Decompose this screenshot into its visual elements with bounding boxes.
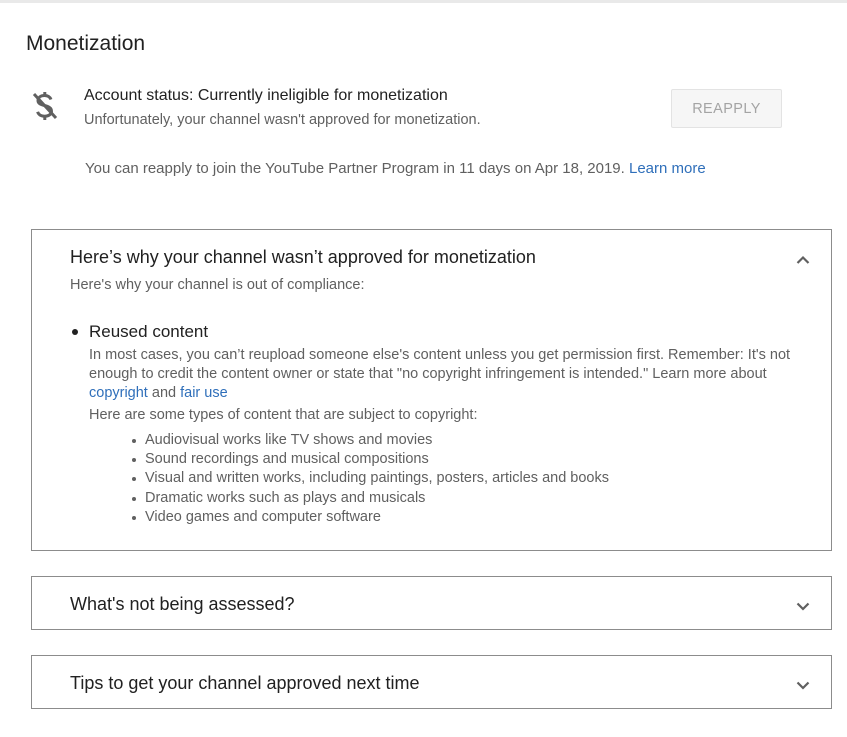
reason-title: Reused content — [89, 322, 209, 341]
compliance-intro: Here's why your channel is out of compli… — [70, 277, 365, 293]
copyright-link[interactable]: copyright — [89, 385, 148, 401]
top-border — [0, 0, 847, 3]
not-assessed-panel[interactable]: What's not being assessed? — [31, 576, 832, 630]
panel-title[interactable]: Tips to get your channel approved next t… — [70, 673, 420, 694]
list-item: Sound recordings and musical composition… — [132, 450, 609, 469]
copyright-types-list: Audiovisual works like TV shows and movi… — [132, 431, 609, 527]
chevron-up-icon[interactable] — [795, 252, 811, 268]
reason-description: In most cases, you can’t reupload someon… — [89, 346, 827, 403]
chevron-down-icon[interactable] — [795, 598, 811, 614]
reapply-info-text: You can reapply to join the YouTube Part… — [85, 160, 625, 177]
and-text: and — [151, 385, 177, 401]
account-status-subtitle: Unfortunately, your channel wasn't appro… — [84, 112, 481, 128]
panel-title[interactable]: What's not being assessed? — [70, 594, 295, 615]
copyright-types-intro: Here are some types of content that are … — [89, 407, 478, 423]
page-title: Monetization — [26, 32, 146, 55]
list-item: Visual and written works, including pain… — [132, 469, 609, 488]
learn-more-link[interactable]: Learn more — [629, 160, 706, 177]
list-item: Dramatic works such as plays and musical… — [132, 489, 609, 508]
list-item: Audiovisual works like TV shows and movi… — [132, 431, 609, 450]
list-item: Video games and computer software — [132, 508, 609, 527]
fair-use-link[interactable]: fair use — [180, 385, 228, 401]
why-not-approved-panel: Here’s why your channel wasn’t approved … — [31, 229, 832, 551]
reapply-info: You can reapply to join the YouTube Part… — [85, 160, 706, 177]
no-money-icon — [32, 92, 58, 120]
reapply-button[interactable]: REAPPLY — [671, 89, 782, 128]
chevron-down-icon[interactable] — [795, 677, 811, 693]
reason-description-text: In most cases, you can’t reupload someon… — [89, 347, 791, 382]
panel-title[interactable]: Here’s why your channel wasn’t approved … — [70, 247, 536, 268]
bullet-icon — [72, 329, 78, 335]
tips-panel[interactable]: Tips to get your channel approved next t… — [31, 655, 832, 709]
account-status-title: Account status: Currently ineligible for… — [84, 87, 448, 104]
